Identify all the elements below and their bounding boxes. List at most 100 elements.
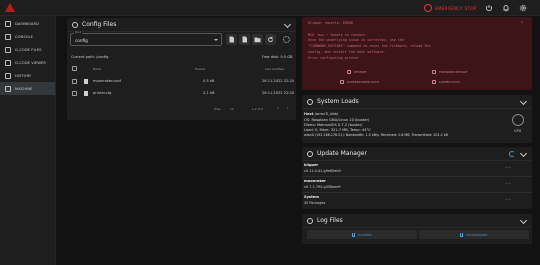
klipper-docs-button[interactable]: KLIPPER DOCS [432, 80, 460, 84]
file-upload-icon [242, 36, 247, 43]
machine-icon [5, 85, 11, 92]
chevron-down-icon[interactable] [519, 149, 528, 158]
sidebar-item-gcode-viewer[interactable]: G-CODE VIEWER [0, 56, 55, 69]
update-entry-version: v0.11.0-41-g9e60ab9 [304, 169, 341, 173]
app-logo[interactable] [5, 3, 15, 12]
host-name: (armv7l_bbb) [314, 112, 339, 116]
chevron-up-icon[interactable]: ⌃ [520, 21, 524, 27]
power-menu-icon[interactable] [485, 4, 493, 12]
network-info: wlan0 (192.168.178.51): Bandwidth: 1.5 k… [304, 133, 448, 137]
root-select[interactable]: Root config [70, 31, 222, 46]
sidebar-item-label: DASHBOARD [15, 21, 39, 26]
top-app-bar: EMERGENCY STOP [0, 0, 540, 16]
distro-info: Distro: MainsailOS 0.7.2 (buster) [304, 123, 363, 127]
cpu-label: CPU [514, 129, 522, 133]
create-folder-button[interactable] [252, 34, 263, 45]
sidebar-item-history[interactable]: HISTORY [0, 69, 55, 82]
restart-label: RESTART [354, 70, 367, 74]
cube-icon [5, 59, 11, 66]
prev-page-icon[interactable]: ‹ [277, 105, 279, 110]
chevron-down-icon[interactable] [283, 20, 292, 29]
file-size: 2.1 kB [203, 91, 215, 95]
add-file-button[interactable] [226, 34, 237, 45]
file-icon [84, 91, 88, 96]
sidebar-item-console[interactable]: CONSOLE [0, 30, 55, 43]
pager-files-label: Files: [214, 107, 222, 111]
file-plus-icon [229, 36, 234, 43]
klipperscreen-docs-button[interactable]: KLIPPERSCREEN DOCS [340, 80, 379, 84]
klipper-error-panel: Klipper reports: ERROR MCU 'mcu': Unable… [302, 17, 532, 90]
current-path: Current path: /config [71, 55, 109, 59]
chart-icon [307, 98, 313, 105]
download-klipper-log-button[interactable]: KLIPPER [307, 230, 417, 239]
column-header-filesize[interactable]: Filesize [195, 67, 205, 71]
sidebar-item-machine[interactable]: MACHINE [0, 82, 55, 95]
power-icon [424, 4, 432, 12]
panel-title: Update Manager [317, 150, 367, 157]
update-entry-version: v0.7.1-795-g358aee9 [304, 185, 341, 189]
klipper-log-label: KLIPPER [358, 232, 372, 237]
next-page-icon[interactable]: › [287, 105, 289, 110]
sidebar-item-gcode-files[interactable]: G-CODE FILES [0, 43, 55, 56]
panel-title: Config Files [82, 21, 117, 28]
klipper-docs-label: KLIPPER DOCS [439, 80, 460, 84]
column-header-last-modified[interactable]: Last modified [265, 67, 284, 71]
divider [302, 192, 532, 193]
firmware-restart-button[interactable]: FIRMWARE RESTART [432, 70, 468, 74]
free-disk: Free disk: 9.5 GB [262, 55, 293, 59]
moonraker-log-label: MOONRAKER [466, 232, 488, 237]
update-status-icon: — — [505, 166, 512, 169]
update-entry-name: System [304, 195, 319, 199]
file-icon [5, 46, 11, 53]
root-select-value: config [75, 38, 88, 43]
sidebar-item-label: G-CODE FILES [15, 47, 42, 52]
panel-title: Log Files [317, 217, 343, 224]
restart-button[interactable]: RESTART [347, 70, 367, 74]
download-icon [352, 232, 356, 237]
root-select-label: Root [74, 31, 82, 34]
sidebar-item-label: HISTORY [15, 73, 32, 78]
sidebar-item-label: CONSOLE [15, 34, 34, 39]
file-size: 0.5 kB [203, 79, 215, 83]
row-checkbox[interactable] [72, 91, 77, 96]
emergency-stop-label: EMERGENCY STOP [435, 5, 477, 11]
chevron-down-icon[interactable] [519, 97, 528, 106]
update-manager-panel: Update Manager [302, 147, 532, 209]
refresh-button[interactable] [265, 34, 276, 45]
notifications-bell-icon[interactable] [502, 4, 510, 12]
console-icon [5, 33, 11, 40]
folder-plus-icon [254, 37, 261, 43]
download-moonraker-log-button[interactable]: MOONRAKER [419, 230, 529, 239]
select-all-checkbox[interactable] [72, 66, 77, 71]
klipperscreen-docs-label: KLIPPERSCREEN DOCS [347, 80, 380, 84]
upload-file-button[interactable] [239, 34, 250, 45]
row-checkbox[interactable] [72, 79, 77, 84]
file-name: moonraker.conf [93, 79, 122, 83]
file-document-icon [307, 217, 313, 224]
chevron-down-icon[interactable] [519, 216, 528, 225]
sidebar-item-label: G-CODE VIEWER [15, 60, 47, 65]
pager-per-page-select[interactable]: 10 [230, 107, 234, 111]
column-header-name[interactable]: Name [93, 67, 101, 71]
restart-icon [432, 70, 436, 74]
refresh-icon[interactable] [509, 151, 515, 157]
dashboard-icon [5, 20, 11, 27]
sidebar: DASHBOARD CONSOLE G-CODE FILES G-CODE VI… [0, 16, 56, 265]
file-modified: 26.11.2022 22:20 [262, 91, 295, 95]
log-files-header: Log Files [302, 214, 532, 228]
file-icon [84, 79, 88, 84]
settings-gear-icon[interactable] [519, 4, 527, 12]
update-entry-version: 30 Packages [304, 201, 326, 205]
system-loads-header: System Loads [302, 95, 532, 109]
sidebar-item-label: MACHINE [15, 86, 33, 91]
update-status-icon: — — [505, 198, 512, 201]
divider [302, 176, 532, 177]
settings-icon[interactable] [283, 36, 290, 43]
log-files-panel: Log Files [302, 214, 532, 244]
file-modified: 26.11.2022 22:20 [262, 79, 295, 83]
update-status-icon: — — [505, 182, 512, 185]
emergency-stop-button[interactable]: EMERGENCY STOP [424, 3, 476, 13]
download-icon [460, 232, 464, 237]
history-icon [5, 72, 11, 79]
sidebar-item-dashboard[interactable]: DASHBOARD [0, 17, 55, 30]
